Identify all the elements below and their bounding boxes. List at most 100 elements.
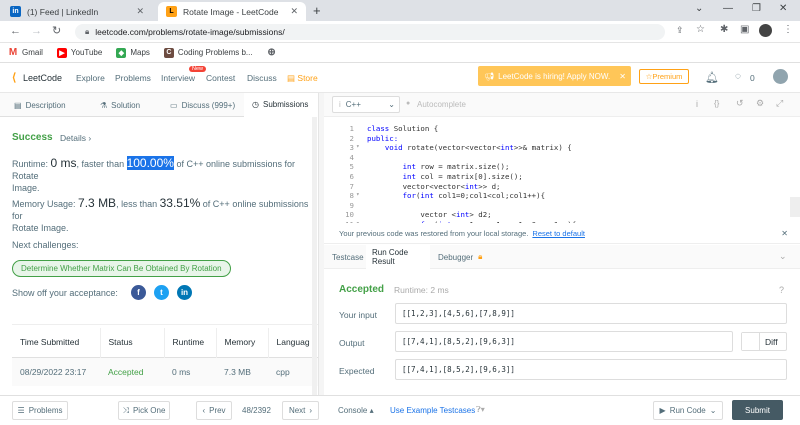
bookmark-globe[interactable]: ⊕ [266,47,281,58]
tab-submissions[interactable]: ◷ Submissions [244,93,318,117]
back-icon[interactable]: ← [10,25,21,37]
tab-testcase[interactable]: Testcase [332,245,368,269]
star-icon[interactable]: ☆ [696,24,705,35]
code-line[interactable]: class Solution { [367,124,438,133]
settings-icon[interactable]: ⚙ [756,98,764,109]
tab-solution[interactable]: ⚗ Solution [100,93,160,117]
tab-search-icon[interactable]: ⌄ [695,3,703,14]
tab-linkedin[interactable]: in (1) Feed | LinkedIn ✕ [2,2,152,21]
leetcode-logo[interactable]: LeetCode [23,73,62,83]
megaphone-icon: 📢︎ [484,71,495,81]
reset-icon[interactable]: ↺ [736,98,744,109]
chevron-right-icon: › [309,406,313,415]
discuss-icon: ▭ [170,100,178,110]
nav-contest[interactable]: Contest [206,73,235,83]
bookmark-coding-problems[interactable]: C Coding Problems b... [163,47,253,58]
bell-icon[interactable]: 🔔︎ [705,71,719,84]
run-code-button[interactable]: ▶ Run Code ⌄ [653,401,723,420]
help-icon[interactable]: ? [779,285,784,295]
language-select[interactable]: i C++ ⌄ [332,96,400,113]
nav-store[interactable]: ▤ Store [287,73,318,84]
nav-interview[interactable]: Interview [161,73,195,83]
code-line[interactable]: for(int row1=row-1;row1>=0;row1--){ [367,220,576,223]
editor-scrollbar[interactable] [790,197,800,217]
forward-icon[interactable]: → [31,25,42,37]
close-icon[interactable]: ✕ [781,229,788,238]
facebook-icon[interactable]: f [131,285,146,300]
tab-rotate-image[interactable]: L Rotate Image - LeetCode ✕ [158,2,306,21]
close-window-icon[interactable]: ✕ [779,3,787,14]
autocomplete-toggle[interactable]: Autocomplete [417,100,466,109]
info-icon[interactable]: i [696,99,698,109]
new-tab-icon[interactable]: + [313,3,321,18]
submit-button[interactable]: Submit [732,400,783,420]
pick-one-button[interactable]: ⤨ Pick One [118,401,170,420]
use-example-testcases-link[interactable]: Use Example Testcases [390,406,475,415]
close-icon[interactable]: ✕ [619,72,626,81]
nav-problems[interactable]: Problems [115,73,151,83]
next-challenge-chip[interactable]: Determine Whether Matrix Can Be Obtained… [12,260,231,277]
user-avatar[interactable] [773,69,788,84]
leetcode-logo-icon[interactable]: ⟨ [12,71,16,84]
line-number: 10 [345,210,354,220]
share-label: Show off your acceptance: [12,288,118,298]
code-line[interactable]: vector <int> d2; [367,210,491,219]
table-row[interactable]: 08/29/2022 23:17 Accepted 0 ms 7.3 MB cp… [12,357,318,386]
premium-button[interactable]: ☆ Premium [639,69,689,84]
tab-debugger[interactable]: Debugger 🔒︎ [438,245,494,269]
sidepanel-icon[interactable]: ▣ [740,24,749,35]
code-line[interactable]: public: [367,134,398,143]
profile-avatar[interactable] [759,24,772,37]
diff-toggle[interactable]: Diff [741,332,787,351]
fold-icon[interactable]: ▾ [356,220,360,223]
maximize-icon[interactable]: ❐ [752,3,761,14]
share-icon[interactable]: ⇪ [676,25,684,36]
fullscreen-icon[interactable]: ⤢ [776,98,783,109]
bookmark-maps[interactable]: ◆ Maps [116,47,150,58]
code-editor[interactable]: 1 class Solution {2 public: 3 ▾ void rotate(… [324,117,800,223]
chevron-down-icon[interactable]: ⌄ [779,251,787,262]
details-link[interactable]: Details › [60,133,91,143]
hiring-banner[interactable]: 📢︎ LeetCode is hiring! Apply NOW. ✕ [478,66,631,86]
code-line[interactable]: vector<vector<int>> d; [367,182,501,191]
code-line[interactable]: int col = matrix[0].size(); [367,172,523,181]
cell-status[interactable]: Accepted [100,357,164,386]
prev-button[interactable]: ‹ Prev [196,401,232,420]
console-toggle[interactable]: Console ▴ [338,406,374,415]
tab-title: (1) Feed | LinkedIn [27,6,99,17]
next-label: Next [288,406,306,415]
scrollbar[interactable] [312,117,317,395]
help-icon[interactable]: ❓︎▾ [476,405,485,415]
nav-discuss[interactable]: Discuss [247,73,277,83]
menu-icon[interactable]: ⋮ [783,24,793,35]
bookmark-youtube[interactable]: ▶ YouTube [56,47,102,58]
code-line[interactable]: for(int col1=0;col1<col;col1++){ [367,191,545,200]
autocomplete-dot-icon: ● [406,100,411,107]
fold-icon[interactable]: ▾ [356,143,360,150]
extensions-icon[interactable]: ✱ [720,24,728,35]
minimize-icon[interactable]: — [723,3,733,14]
bookmark-gmail[interactable]: M Gmail [8,47,43,58]
code-line[interactable]: void rotate(vector<vector<int>>& matrix)… [367,143,572,152]
leetcode-navbar: ⟨ LeetCode Explore Problems Interview Ne… [0,63,800,93]
coin-icon[interactable]: ◌ [735,71,741,82]
twitter-icon[interactable]: t [154,285,169,300]
divider [12,324,318,325]
tab-discuss[interactable]: ▭ Discuss (999+) [170,93,250,117]
close-icon[interactable]: ✕ [290,6,298,17]
reload-icon[interactable]: ↻ [52,24,61,37]
linkedin-share-icon[interactable]: in [177,285,192,300]
braces-icon[interactable]: {} [714,99,719,108]
problems-button[interactable]: ☰ Problems [12,401,68,420]
nav-explore[interactable]: Explore [76,73,105,83]
tab-description[interactable]: ▤ Description [14,93,78,117]
info-icon: i [339,100,341,109]
next-button[interactable]: Next › [282,401,319,420]
code-line[interactable]: int row = matrix.size(); [367,162,510,171]
close-icon[interactable]: ✕ [136,6,144,17]
url-bar[interactable]: 🔒︎ leetcode.com/problems/rotate-image/su… [75,24,665,40]
fold-icon[interactable]: ▾ [356,191,360,198]
line-number: 1 [349,124,354,133]
reset-to-default-link[interactable]: Reset to default [532,229,585,238]
tab-run-code-result[interactable]: Run Code Result [366,245,430,269]
